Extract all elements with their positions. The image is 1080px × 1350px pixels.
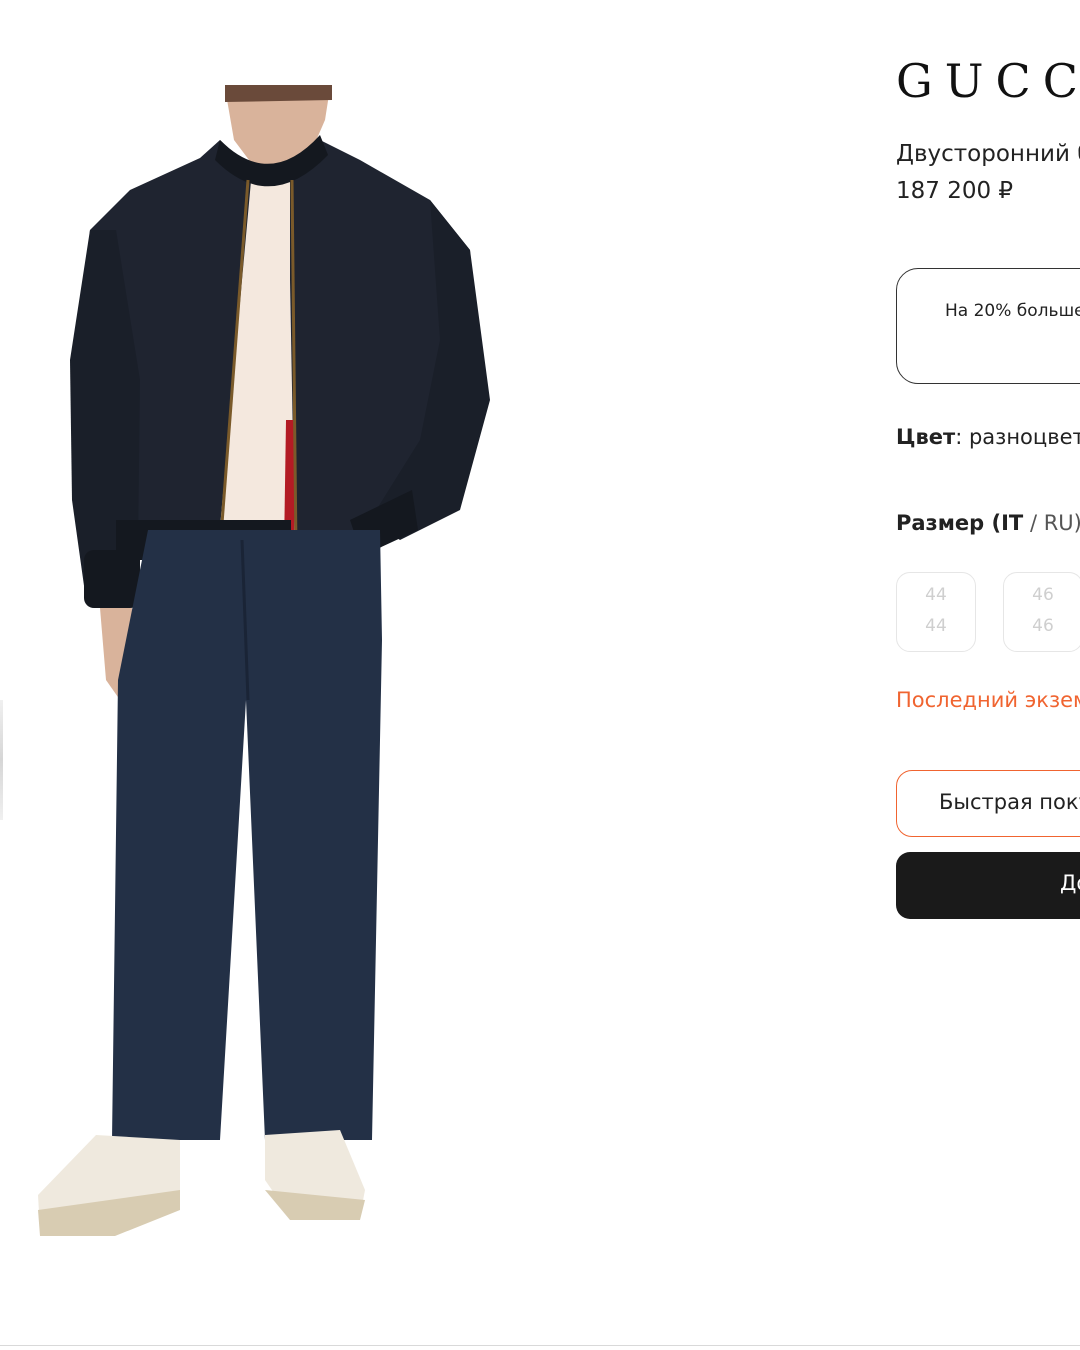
size-ru-value: 46 — [1032, 616, 1054, 636]
color-separator: : — [955, 425, 963, 449]
product-info-panel: GUCCI Двусторонний бомбер 187 200 ₽ На 2… — [896, 0, 1080, 1350]
color-label: Цвет — [896, 425, 956, 449]
size-it-value: 46 — [1032, 585, 1054, 605]
color-row: Цвет: разноцветный — [896, 425, 1080, 449]
brand-logo[interactable]: GUCCI — [896, 58, 1080, 104]
add-to-cart-button[interactable]: Добавить в корзину — [896, 852, 1080, 919]
add-to-cart-label: Добавить в корзину — [1060, 871, 1080, 895]
product-image — [38, 85, 490, 1236]
size-it-value: 44 — [925, 585, 947, 605]
product-title: Двусторонний бомбер — [896, 141, 1080, 167]
color-value: разноцветный — [968, 425, 1080, 449]
promo-banner[interactable]: На 20% больше — [896, 268, 1080, 384]
product-photo[interactable] — [20, 80, 520, 1250]
product-price: 187 200 ₽ — [896, 178, 1014, 204]
bottom-divider — [0, 1345, 1080, 1346]
size-label: Размер (IT — [896, 511, 1024, 535]
size-option-44[interactable]: 44 44 — [896, 572, 976, 652]
size-alt-label[interactable]: RU) — [1044, 511, 1080, 535]
jeans — [112, 530, 382, 1140]
size-header: Размер (IT / RU) — [896, 511, 1080, 535]
quick-buy-label: Быстрая покупка — [939, 790, 1080, 814]
stock-status: Последний экземпляр — [896, 688, 1080, 712]
quick-buy-button[interactable]: Быстрая покупка — [896, 770, 1080, 837]
chin — [225, 85, 332, 102]
size-option-46[interactable]: 46 46 — [1003, 572, 1080, 652]
size-divider: / — [1023, 511, 1044, 535]
product-page: GUCCI Двусторонний бомбер 187 200 ₽ На 2… — [0, 0, 1080, 1350]
promo-text: На 20% больше — [945, 301, 1080, 321]
prev-image-edge[interactable] — [0, 700, 3, 820]
size-ru-value: 44 — [925, 616, 947, 636]
